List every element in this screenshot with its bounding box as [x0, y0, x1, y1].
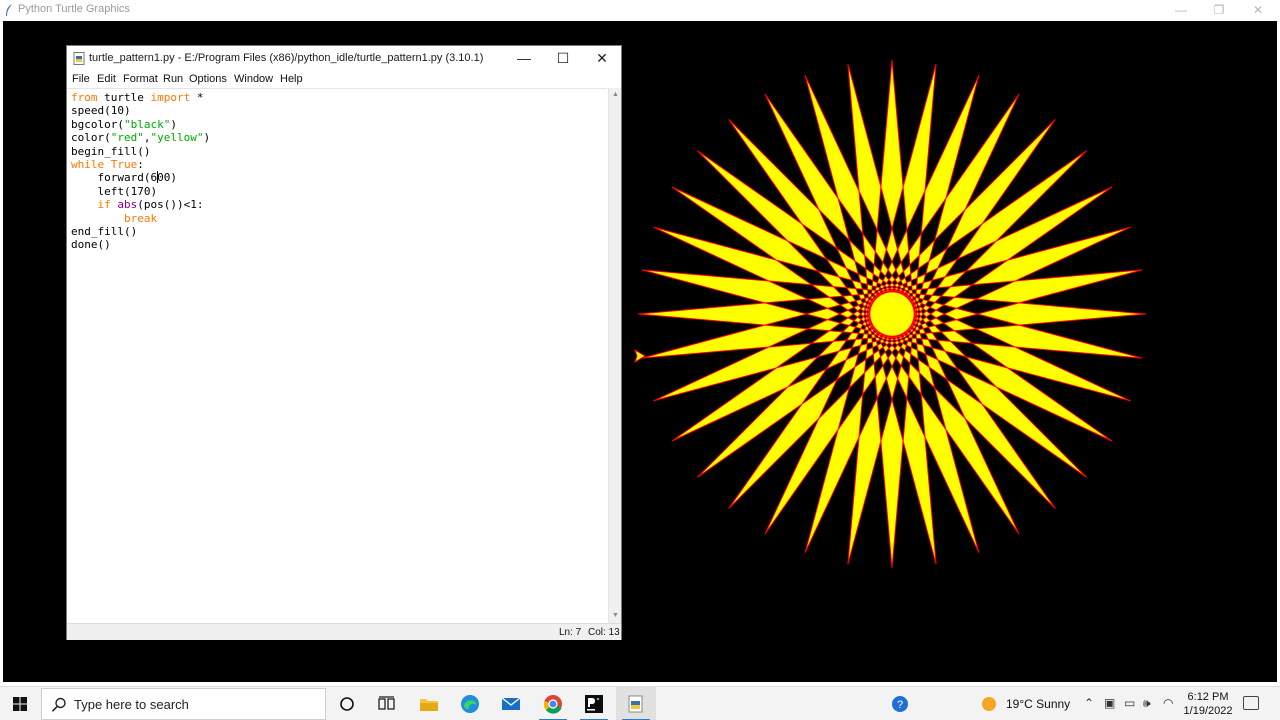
chrome-icon	[543, 695, 562, 714]
turtle-titlebar[interactable]: Python Turtle Graphics — ❐ ✕	[0, 0, 1280, 20]
device-icon[interactable]: ▣	[1104, 696, 1115, 710]
python-idle-icon	[628, 695, 643, 713]
task-view-icon	[378, 696, 395, 710]
menu-options[interactable]: Options	[189, 73, 227, 85]
code-line[interactable]: done()	[71, 238, 210, 251]
python-feather-icon	[6, 4, 12, 16]
code-line[interactable]: if abs(pos())<1:	[71, 198, 210, 211]
search-icon	[51, 697, 66, 712]
code-line[interactable]: while True:	[71, 158, 210, 171]
code-line[interactable]: color("red","yellow")	[71, 131, 210, 144]
chrome-button[interactable]	[533, 687, 573, 720]
search-placeholder: Type here to search	[74, 697, 189, 712]
vertical-scrollbar[interactable]: ▲ ▼	[608, 88, 621, 623]
chevron-up-icon[interactable]: ⌃	[1084, 696, 1094, 710]
pycharm-button[interactable]	[574, 687, 614, 720]
menu-edit[interactable]: Edit	[97, 73, 116, 85]
idle-titlebar[interactable]: turtle_pattern1.py - E:/Program Files (x…	[67, 46, 621, 71]
turtle-cursor-icon	[634, 348, 646, 364]
edge-icon	[461, 695, 479, 713]
idle-menubar: File Edit Format Run Options Window Help	[67, 71, 621, 88]
scroll-down-icon[interactable]: ▼	[609, 609, 622, 622]
code-line[interactable]: end_fill()	[71, 225, 210, 238]
menu-window[interactable]: Window	[234, 73, 273, 85]
cortana-icon	[340, 697, 354, 711]
text-cursor	[156, 171, 158, 184]
cortana-button[interactable]	[327, 687, 367, 720]
file-explorer-button[interactable]	[409, 687, 449, 720]
idle-editor-window: turtle_pattern1.py - E:/Program Files (x…	[66, 45, 622, 640]
menu-run[interactable]: Run	[163, 73, 183, 85]
idle-statusbar: Ln: 7 Col: 13	[67, 623, 621, 640]
mail-button[interactable]	[491, 687, 531, 720]
clock[interactable]: 6:12 PM 1/19/2022	[1180, 690, 1236, 718]
wifi-icon[interactable]: ◠	[1163, 696, 1173, 710]
windows-logo-icon	[13, 697, 27, 711]
edge-button[interactable]	[450, 687, 490, 720]
code-line[interactable]: bgcolor("black")	[71, 118, 210, 131]
line-number: Ln: 7	[559, 627, 582, 638]
clock-time: 6:12 PM	[1187, 691, 1229, 703]
speaker-icon[interactable]: 🕪	[1143, 696, 1151, 711]
idle-minimize-button[interactable]: —	[505, 46, 543, 71]
code-line[interactable]: forward(600)	[71, 171, 210, 184]
help-tray-button[interactable]: ?	[880, 687, 920, 720]
start-button[interactable]	[0, 687, 40, 720]
turtle-window-title: Python Turtle Graphics	[18, 3, 130, 15]
menu-file[interactable]: File	[72, 73, 90, 85]
menu-help[interactable]: Help	[280, 73, 303, 85]
weather-text: 19°C Sunny	[1006, 697, 1071, 711]
column-number: Col: 13	[588, 627, 620, 638]
python-idle-button[interactable]	[616, 687, 656, 720]
taskbar: Type here to search ? 19°C Sunny ⌃ ▣ ▭ 🕪…	[0, 686, 1280, 720]
code-line[interactable]: left(170)	[71, 185, 210, 198]
close-button[interactable]: ✕	[1239, 0, 1277, 20]
clock-date: 1/19/2022	[1183, 705, 1233, 717]
help-question-icon: ?	[892, 696, 908, 712]
code-line[interactable]: break	[71, 212, 210, 225]
code-editor[interactable]: from turtle import * speed(10) bgcolor("bl…	[67, 88, 607, 623]
menu-format[interactable]: Format	[123, 73, 158, 85]
minimize-button[interactable]: —	[1162, 0, 1200, 20]
code-line[interactable]: speed(10)	[71, 104, 210, 117]
code-line[interactable]: begin_fill()	[71, 145, 210, 158]
file-explorer-icon	[420, 699, 438, 711]
sun-icon	[982, 697, 996, 711]
mail-icon	[501, 697, 521, 710]
star-pattern	[637, 59, 1147, 569]
restore-button[interactable]: ❐	[1200, 0, 1238, 20]
task-view-button[interactable]	[367, 687, 407, 720]
pycharm-icon	[585, 695, 603, 713]
notification-icon[interactable]	[1243, 696, 1259, 710]
python-file-icon	[73, 52, 85, 65]
svg-text:?: ?	[897, 699, 903, 711]
battery-icon[interactable]: ▭	[1124, 696, 1135, 710]
taskbar-search-box[interactable]: Type here to search	[41, 688, 326, 720]
code-line[interactable]: from turtle import *	[71, 91, 210, 104]
idle-close-button[interactable]: ✕	[583, 46, 621, 71]
code-text[interactable]: from turtle import * speed(10) bgcolor("bl…	[71, 91, 210, 252]
scroll-up-icon[interactable]: ▲	[609, 88, 622, 101]
idle-maximize-button[interactable]: ☐	[544, 46, 582, 71]
idle-window-title: turtle_pattern1.py - E:/Program Files (x…	[89, 52, 484, 64]
